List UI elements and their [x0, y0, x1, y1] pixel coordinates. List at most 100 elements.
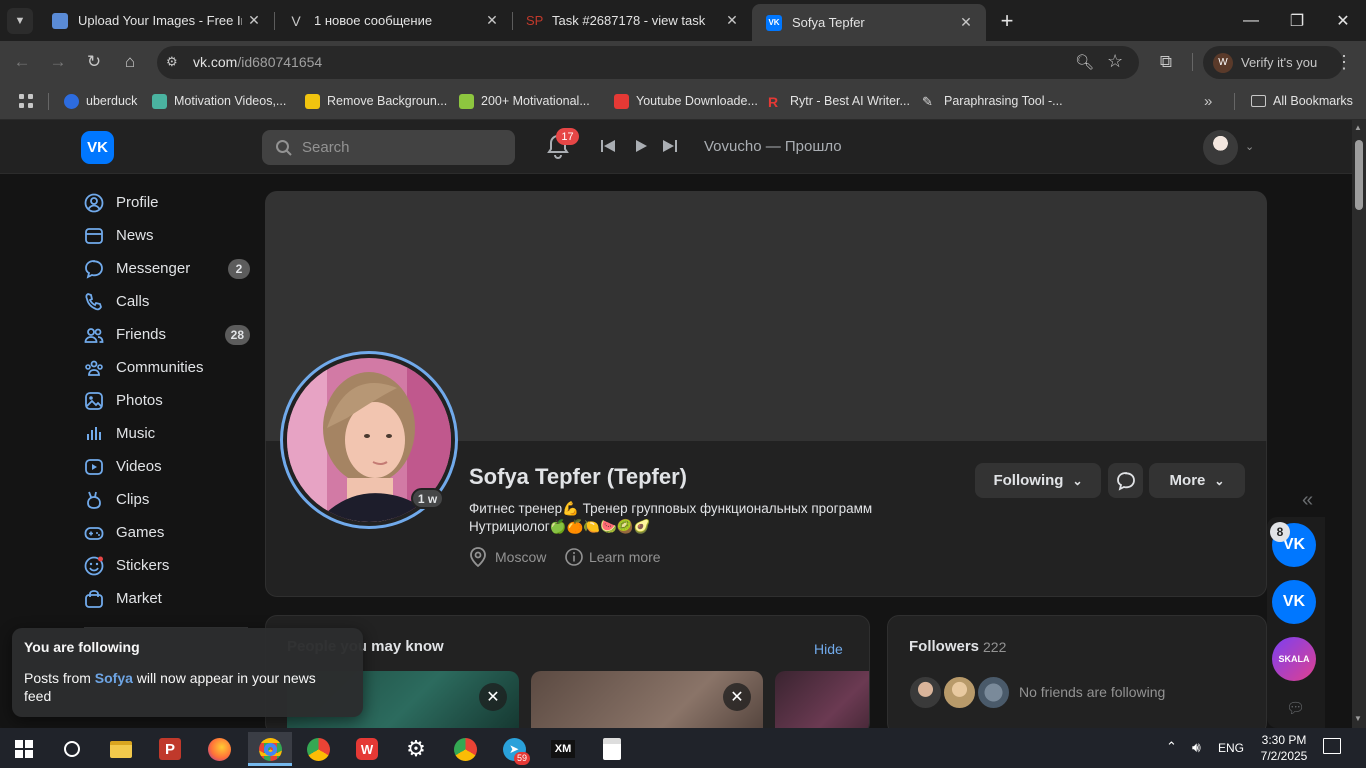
dismiss-icon[interactable]: ✕	[479, 683, 507, 711]
forward-icon[interactable]: →	[45, 49, 71, 75]
file-explorer-icon[interactable]	[101, 732, 141, 766]
tab-upload-images[interactable]: Upload Your Images - Free Imag ✕	[38, 0, 274, 41]
bookmark-star-icon[interactable]: ☆	[1107, 51, 1125, 71]
bookmark-motivation-videos[interactable]: Motivation Videos,...	[152, 92, 286, 110]
nav-item-communities[interactable]: Communities	[72, 351, 262, 384]
vk-logo[interactable]: VK	[81, 131, 114, 164]
input-language[interactable]: ENG	[1218, 741, 1244, 755]
notification-center-icon[interactable]	[1323, 738, 1341, 754]
nav-item-games[interactable]: Games	[72, 516, 262, 549]
nav-item-friends[interactable]: Friends 28	[72, 318, 262, 351]
p-app-icon[interactable]: P	[150, 732, 190, 766]
more-bookmarks-icon[interactable]: »	[1204, 92, 1212, 110]
xm-app-icon[interactable]: XM	[543, 732, 583, 766]
extensions-icon[interactable]: ⧉	[1153, 49, 1179, 75]
nav-item-clips[interactable]: Clips	[72, 483, 262, 516]
chevron-down-icon[interactable]: ⌄	[1245, 140, 1254, 153]
settings-gear-icon[interactable]: ⚙	[396, 732, 436, 766]
new-tab-icon[interactable]: +	[994, 8, 1020, 34]
suggested-person-card[interactable]: ✕	[531, 671, 763, 734]
suggested-person-card[interactable]	[775, 671, 869, 734]
search-circle-icon[interactable]	[52, 732, 92, 766]
zoom-icon[interactable]: 🔍︎	[1075, 53, 1094, 71]
learn-more-link[interactable]: Learn more	[565, 546, 661, 568]
notifications-badge: 17	[556, 128, 579, 145]
wps-office-icon[interactable]: W	[347, 732, 387, 766]
tab-favicon-icon	[52, 12, 68, 29]
nav-item-stickers[interactable]: Stickers	[72, 549, 262, 582]
next-track-icon[interactable]	[662, 138, 678, 154]
tab-close-icon[interactable]: ✕	[720, 12, 744, 29]
following-button[interactable]: Following ⌄	[975, 463, 1101, 498]
bookmark-motivational[interactable]: 200+ Motivational...	[459, 92, 590, 110]
toast-name-link[interactable]: Sofya	[95, 670, 133, 686]
nav-item-videos[interactable]: Videos	[72, 450, 262, 483]
bookmark-rytr[interactable]: R Rytr - Best AI Writer...	[768, 92, 910, 110]
dismiss-icon[interactable]: ✕	[723, 683, 751, 711]
chrome-icon[interactable]	[298, 732, 338, 766]
all-bookmarks-folder[interactable]: All Bookmarks	[1251, 92, 1353, 110]
nav-item-profile[interactable]: Profile	[72, 186, 262, 219]
scroll-up-icon[interactable]: ▲	[1354, 123, 1362, 132]
chrome-profile-icon[interactable]	[248, 732, 292, 766]
bookmark-youtube-downloader[interactable]: Youtube Downloade...	[614, 92, 758, 110]
tab-search-icon[interactable]: ▼	[7, 8, 33, 34]
tray-chevron-up-icon[interactable]: ⌃	[1166, 739, 1177, 755]
telegram-icon[interactable]: ➤ 59	[494, 732, 534, 766]
close-window-icon[interactable]: ✕	[1320, 0, 1366, 41]
nav-item-music[interactable]: Music	[72, 417, 262, 450]
tab-close-icon[interactable]: ✕	[480, 12, 504, 29]
follower-avatar[interactable]	[908, 675, 943, 710]
scrollbar-thumb[interactable]	[1355, 140, 1363, 210]
system-clock[interactable]: 3:30 PM 7/2/2025	[1258, 732, 1310, 764]
apps-grid-icon[interactable]	[18, 92, 34, 110]
windows-start-icon[interactable]	[4, 732, 44, 766]
follower-avatar[interactable]	[942, 675, 977, 710]
scroll-down-icon[interactable]: ▼	[1354, 714, 1362, 723]
calculator-icon[interactable]	[592, 732, 632, 766]
chat-bubble-icon[interactable]: 💬︎	[1286, 699, 1305, 717]
collapse-panel-icon[interactable]: «	[1302, 489, 1313, 512]
followers-title[interactable]: Followers	[909, 638, 979, 655]
tab-task[interactable]: SP Task #2687178 - view task ✕	[512, 0, 752, 41]
nav-item-calls[interactable]: Calls	[72, 285, 262, 318]
nav-item-label: Stickers	[116, 557, 170, 574]
verify-profile-button[interactable]: W Verify it's you	[1203, 46, 1343, 79]
page-scrollbar[interactable]: ▲ ▼	[1352, 120, 1366, 728]
tab-close-icon[interactable]: ✕	[954, 14, 978, 31]
minimize-icon[interactable]: —	[1228, 0, 1274, 41]
bookmark-paraphrasing-tool[interactable]: ✎ Paraphrasing Tool -...	[922, 92, 1063, 110]
pymk-hide-link[interactable]: Hide	[814, 641, 843, 657]
follower-avatar[interactable]	[976, 675, 1011, 710]
chrome-apps-icon[interactable]	[445, 732, 485, 766]
bookmark-uberduck[interactable]: uberduck	[64, 92, 137, 110]
home-icon[interactable]: ⌂	[117, 49, 143, 75]
nav-item-photos[interactable]: Photos	[72, 384, 262, 417]
tab-sofya-tepfer[interactable]: VK Sofya Tepfer ✕	[752, 4, 986, 41]
skala-app-icon[interactable]: SKALA	[1272, 637, 1316, 681]
url-text[interactable]: vk.com/id680741654	[193, 54, 322, 70]
reload-icon[interactable]: ↻	[81, 49, 107, 75]
restore-icon[interactable]: ❐	[1274, 0, 1320, 41]
previous-track-icon[interactable]	[600, 138, 616, 154]
more-button[interactable]: More ⌄	[1149, 463, 1245, 498]
nav-item-market[interactable]: Market	[72, 582, 262, 615]
now-playing-track[interactable]: Vovucho — Прошло	[704, 138, 842, 155]
verify-label: Verify it's you	[1241, 55, 1318, 70]
search-input[interactable]: Search	[262, 130, 515, 165]
bookmark-remove-background[interactable]: Remove Backgroun...	[305, 92, 447, 110]
firefox-icon[interactable]	[199, 732, 239, 766]
play-icon[interactable]	[633, 138, 649, 154]
user-avatar[interactable]	[1203, 130, 1238, 165]
volume-icon[interactable]: 🔊︎	[1192, 739, 1201, 756]
back-icon[interactable]: ←	[9, 49, 35, 75]
tab-close-icon[interactable]: ✕	[242, 12, 266, 29]
vk-mini-app-icon[interactable]: VK	[1272, 580, 1316, 624]
tab-messages[interactable]: V 1 новое сообщение ✕	[274, 0, 512, 41]
site-info-icon[interactable]: ⚙	[166, 54, 182, 70]
chrome-menu-icon[interactable]: ⋮	[1331, 49, 1357, 75]
message-button[interactable]	[1108, 463, 1143, 498]
nav-item-news[interactable]: News	[72, 219, 262, 252]
nav-item-messenger[interactable]: Messenger 2	[72, 252, 262, 285]
address-bar[interactable]: ⚙ vk.com/id680741654 🔍︎ ☆	[157, 46, 1139, 79]
